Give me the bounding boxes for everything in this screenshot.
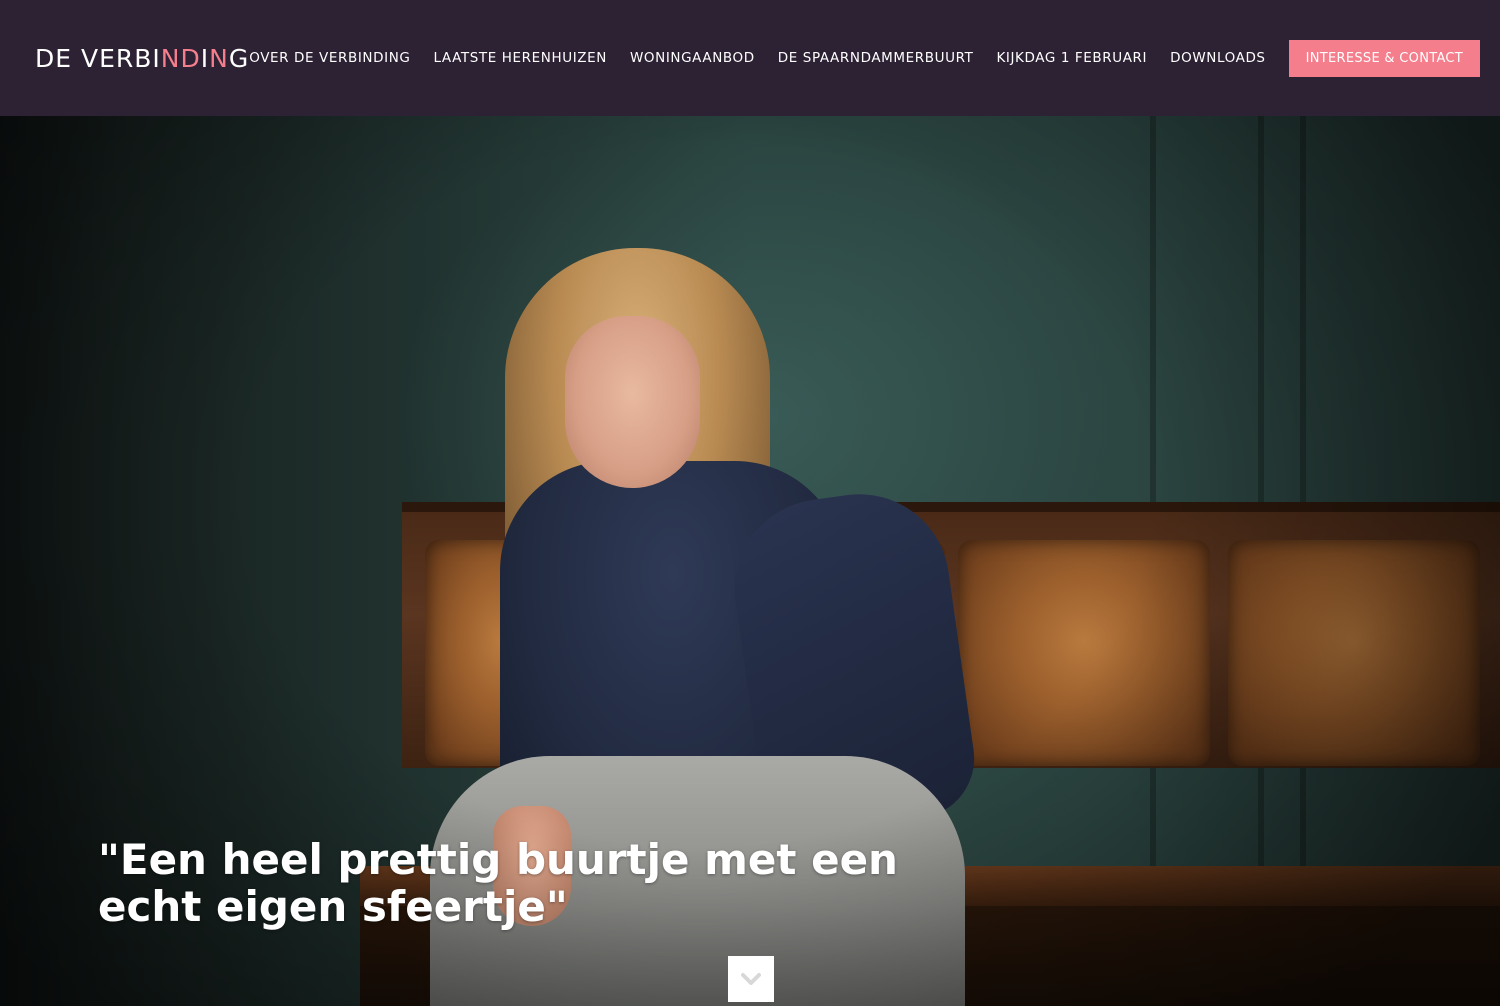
logo-text-suffix: G (228, 43, 250, 73)
nav-item-over-de-verbinding[interactable]: OVER DE VERBINDING (249, 50, 410, 66)
hero-quote: "Een heel prettig buurtje met een echt e… (98, 835, 898, 931)
nav-item-laatste-herenhuizen[interactable]: LAATSTE HERENHUIZEN (433, 50, 607, 66)
logo-text-prefix: DE VERBI (35, 43, 161, 73)
nav-item-woningaanbod[interactable]: WONINGAANBOD (630, 50, 755, 66)
chevron-down-icon (741, 973, 761, 985)
nav-item-kijkdag[interactable]: KIJKDAG 1 FEBRUARI (996, 50, 1147, 66)
scroll-down-button[interactable] (728, 956, 774, 1002)
main-nav: OVER DE VERBINDING LAATSTE HERENHUIZEN W… (249, 39, 1481, 77)
nav-item-de-spaarndammerbuurt[interactable]: DE SPAARNDAMMERBUURT (778, 50, 974, 66)
site-header: DE VERBINDING OVER DE VERBINDING LAATSTE… (0, 0, 1500, 116)
interesse-contact-button[interactable]: INTERESSE & CONTACT (1288, 39, 1481, 77)
logo-text-accent: ND (160, 43, 201, 73)
nav-item-downloads[interactable]: DOWNLOADS (1170, 50, 1266, 66)
logo-text-accent-2: N (209, 43, 229, 73)
logo-text-middle: I (200, 43, 210, 73)
site-logo[interactable]: DE VERBINDING (35, 44, 249, 73)
hero-section: "Een heel prettig buurtje met een echt e… (0, 116, 1500, 1006)
